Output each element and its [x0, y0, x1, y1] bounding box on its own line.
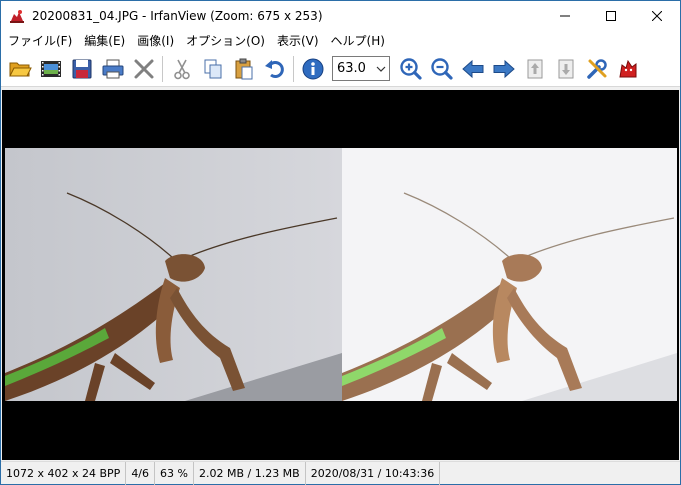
- properties-button[interactable]: [581, 54, 612, 84]
- minimize-button[interactable]: [542, 1, 588, 31]
- menu-edit[interactable]: 編集(E): [78, 31, 131, 51]
- paste-button[interactable]: [228, 54, 259, 84]
- save-button[interactable]: [66, 54, 97, 84]
- info-icon: [302, 58, 323, 79]
- zoom-in-button[interactable]: [395, 54, 426, 84]
- zoom-out-button[interactable]: [426, 54, 457, 84]
- next-file-button[interactable]: [488, 54, 519, 84]
- window-controls: [542, 1, 680, 31]
- status-datetime: 2020/08/31 / 10:43:36: [306, 461, 441, 485]
- filmstrip-icon: [40, 60, 61, 77]
- info-button[interactable]: [297, 54, 328, 84]
- irfanview-app-icon[interactable]: [9, 8, 25, 24]
- menu-view[interactable]: 表示(V): [271, 31, 325, 51]
- close-icon: [652, 11, 662, 21]
- status-file-size: 2.02 MB / 1.23 MB: [194, 461, 306, 485]
- paste-clipboard-icon: [235, 58, 252, 79]
- toolbar-separator: [293, 55, 294, 82]
- maximize-icon: [606, 11, 616, 21]
- open-folder-icon: [8, 62, 32, 76]
- minimize-icon: [560, 15, 570, 17]
- arrow-left-icon: [461, 59, 483, 78]
- arrow-right-icon: [493, 59, 515, 78]
- zoom-dropdown[interactable]: 63.0: [332, 56, 390, 81]
- status-bar: 1072 x 402 x 24 BPP 4/6 63 % 2.02 MB / 1…: [1, 461, 680, 485]
- slideshow-button[interactable]: [35, 54, 66, 84]
- close-button[interactable]: [634, 1, 680, 31]
- copy-icon: [204, 59, 221, 78]
- menu-options[interactable]: オプション(O): [180, 31, 271, 51]
- printer-icon: [102, 59, 123, 78]
- scissors-icon: [173, 59, 190, 79]
- menu-file[interactable]: ファイル(F): [2, 31, 78, 51]
- undo-arrow-icon: [264, 59, 284, 78]
- window-title: 20200831_04.JPG - IrfanView (Zoom: 675 x…: [32, 9, 323, 23]
- delete-button[interactable]: [128, 54, 159, 84]
- tools-icon: [586, 58, 607, 79]
- status-dimensions: 1072 x 402 x 24 BPP: [1, 461, 127, 485]
- about-button[interactable]: [612, 54, 643, 84]
- maximize-button[interactable]: [588, 1, 634, 31]
- chevron-down-icon[interactable]: [373, 57, 389, 80]
- irfanview-cat-icon: [618, 59, 636, 77]
- last-page-button[interactable]: [550, 54, 581, 84]
- copy-button[interactable]: [197, 54, 228, 84]
- page-up-icon: [527, 59, 542, 78]
- first-page-button[interactable]: [519, 54, 550, 84]
- toolbar-separator: [162, 55, 163, 82]
- previous-file-button[interactable]: [457, 54, 488, 84]
- status-zoom: 63 %: [155, 461, 194, 485]
- menu-image[interactable]: 画像(I): [131, 31, 180, 51]
- toolbar: 63.0: [1, 51, 680, 87]
- status-file-index: 4/6: [126, 461, 156, 485]
- image-viewer[interactable]: [2, 90, 679, 460]
- open-button[interactable]: [4, 54, 35, 84]
- zoom-value: 63.0: [337, 61, 366, 76]
- cut-button[interactable]: [166, 54, 197, 84]
- title-bar[interactable]: 20200831_04.JPG - IrfanView (Zoom: 675 x…: [1, 1, 680, 31]
- undo-button[interactable]: [259, 54, 290, 84]
- photo-left: [5, 148, 342, 401]
- menu-bar: ファイル(F) 編集(E) 画像(I) オプション(O) 表示(V) ヘルプ(H…: [1, 31, 680, 51]
- save-disk-icon: [72, 59, 91, 78]
- zoom-out-icon: [430, 57, 453, 80]
- page-down-icon: [558, 59, 573, 78]
- photo-right: [342, 148, 677, 401]
- zoom-in-icon: [399, 57, 422, 80]
- print-button[interactable]: [97, 54, 128, 84]
- menu-help[interactable]: ヘルプ(H): [325, 31, 391, 51]
- delete-x-icon: [134, 59, 153, 78]
- irfanview-window: 20200831_04.JPG - IrfanView (Zoom: 675 x…: [0, 0, 681, 485]
